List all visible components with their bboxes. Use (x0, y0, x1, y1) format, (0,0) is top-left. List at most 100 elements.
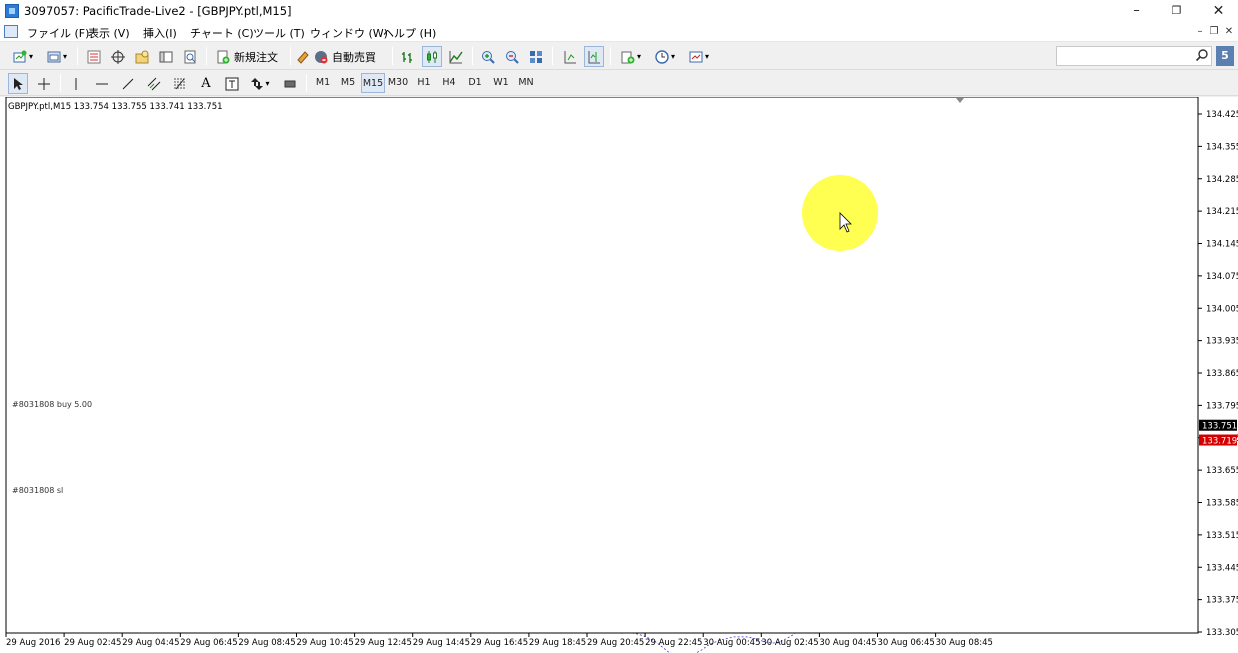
timeframe-m5[interactable]: M5 (336, 73, 360, 93)
restore-button[interactable]: ❐ (1154, 0, 1199, 22)
y-tick-label: 133.445 (1206, 563, 1238, 573)
search-icon[interactable] (1195, 48, 1209, 62)
new-order-icon (217, 50, 230, 63)
menu-chart[interactable]: チャート (C) (190, 25, 254, 41)
auto-trading-icon (315, 50, 328, 63)
timeframe-m1[interactable]: M1 (311, 73, 335, 93)
timeframe-d1[interactable]: D1 (463, 73, 487, 93)
bar-chart-icon (402, 51, 412, 63)
x-tick-label: 29 Aug 04:45 (122, 638, 179, 648)
plot-frame (5, 97, 1199, 634)
timeframe-m15[interactable]: M15 (361, 73, 385, 93)
auto-trading-label: 自動売買 (332, 50, 376, 64)
y-tick-label: 133.795 (1206, 401, 1238, 411)
y-tick-label: 134.355 (1206, 142, 1238, 152)
menu-bar: ファイル (F) 表示 (V) 挿入(I) チャート (C) ツール (T) ウ… (0, 22, 1238, 42)
chart-window[interactable]: 134.425 134.355 134.285 134.215 134.145 134.0… (0, 97, 1238, 653)
menu-insert[interactable]: 挿入(I) (143, 25, 177, 41)
x-tick-label: 30 Aug 06:45 (878, 638, 935, 648)
channel-button[interactable] (144, 73, 164, 94)
timeframe-m30[interactable]: M30 (386, 73, 410, 93)
zoom-in-button[interactable] (478, 46, 498, 67)
line-chart-button[interactable] (446, 46, 466, 67)
timeframe-h4[interactable]: H4 (437, 73, 461, 93)
indicators-button[interactable]: ▾ (616, 46, 646, 67)
menu-window[interactable]: ウィンドウ (W) (310, 25, 388, 41)
search-input[interactable] (1056, 46, 1212, 66)
order-price-text: 133.719 (1202, 437, 1237, 447)
templates-button[interactable]: ▾ (684, 46, 714, 67)
x-tick-label: 29 Aug 08:45 (238, 638, 295, 648)
menu-file[interactable]: ファイル (F) (27, 25, 89, 41)
x-tick-label: 29 Aug 02:45 (64, 638, 121, 648)
timeframe-mn[interactable]: MN (514, 73, 538, 93)
x-tick-label: 29 Aug 16:45 (471, 638, 528, 648)
minimize-button[interactable]: – (1114, 0, 1159, 22)
chart-window-icon[interactable] (4, 25, 18, 38)
terminal-button[interactable] (156, 46, 176, 67)
menu-view[interactable]: 表示 (V) (88, 25, 130, 41)
timeframe-w1[interactable]: W1 (489, 73, 513, 93)
mdi-close-button[interactable]: ✕ (1221, 24, 1237, 40)
toolbar-separator (60, 74, 61, 92)
y-tick-label: 133.585 (1206, 499, 1238, 509)
vertical-line-button[interactable] (66, 73, 86, 94)
trendline-button[interactable] (118, 73, 138, 94)
y-tick-label: 133.375 (1206, 596, 1238, 606)
profiles-icon (47, 51, 61, 62)
cursor-tool-button[interactable] (8, 73, 28, 94)
auto-scroll-button[interactable] (560, 46, 580, 67)
text-tool-button[interactable]: A (196, 73, 216, 94)
profiles-button[interactable]: ▾ (42, 46, 72, 67)
y-tick-label: 134.075 (1206, 272, 1238, 282)
data-window-button[interactable] (108, 46, 128, 67)
mt4-window: 3097057: PacificTrade-Live2 - [GBPJPY.pt… (0, 0, 1238, 653)
arrows-button[interactable]: ▾ (246, 73, 274, 94)
x-tick-label: 29 Aug 12:45 (355, 638, 412, 648)
menu-tools[interactable]: ツール (T) (253, 25, 305, 41)
candlestick-icon (427, 50, 437, 63)
crosshair-target-icon (111, 49, 125, 64)
fibonacci-button[interactable] (170, 73, 190, 94)
x-tick-label: 29 Aug 10:45 (297, 638, 354, 648)
timeframe-h1[interactable]: H1 (412, 73, 436, 93)
chart-shift-button[interactable] (584, 46, 604, 67)
standard-toolbar: ▾ ▾ 新規注文 自動売買 ▾ ▾ ▾ (0, 43, 1238, 70)
market-watch-icon (87, 50, 101, 63)
new-chart-button[interactable]: ▾ (8, 46, 38, 67)
toolbar-separator (77, 47, 78, 65)
price-chart[interactable]: 134.425 134.355 134.285 134.215 134.145 134.0… (0, 97, 1238, 653)
y-tick-label: 134.005 (1206, 304, 1238, 314)
auto-scroll-icon (564, 50, 576, 63)
toolbar-separator (472, 47, 473, 65)
y-tick-label: 133.655 (1206, 466, 1238, 476)
terminal-icon (159, 51, 173, 62)
search-go-button[interactable]: 5 (1216, 46, 1234, 66)
trendline-icon (122, 78, 134, 89)
strategy-tester-button[interactable] (180, 46, 200, 67)
auto-trading-button[interactable]: 自動売買 (314, 46, 384, 67)
text-label-icon (225, 77, 239, 90)
navigator-button[interactable] (132, 46, 152, 67)
candlestick-chart-button[interactable] (422, 46, 442, 67)
title-bar: 3097057: PacificTrade-Live2 - [GBPJPY.pt… (0, 0, 1238, 22)
zoom-out-button[interactable] (502, 46, 522, 67)
horizontal-line-button[interactable] (92, 73, 112, 94)
metaeditor-button[interactable] (294, 46, 312, 67)
periods-button[interactable]: ▾ (650, 46, 680, 67)
crosshair-tool-button[interactable] (34, 73, 54, 94)
close-button[interactable]: ✕ (1196, 0, 1238, 22)
market-watch-button[interactable] (84, 46, 104, 67)
new-chart-icon (13, 50, 27, 62)
order-sl-label: #8031808 sl (12, 486, 63, 495)
x-tick-label: 29 Aug 14:45 (413, 638, 470, 648)
mdi-restore-button[interactable]: ❐ (1206, 24, 1222, 40)
text-label-button[interactable] (222, 73, 242, 94)
new-order-button[interactable]: 新規注文 (216, 46, 286, 67)
shapes-button[interactable] (280, 73, 300, 94)
tile-windows-button[interactable] (526, 46, 546, 67)
x-tick-label: 29 Aug 22:45 (645, 638, 702, 648)
bar-chart-button[interactable] (398, 46, 418, 67)
x-tick-label: 30 Aug 02:45 (761, 638, 818, 648)
menu-help[interactable]: ヘルプ (H) (383, 25, 436, 41)
